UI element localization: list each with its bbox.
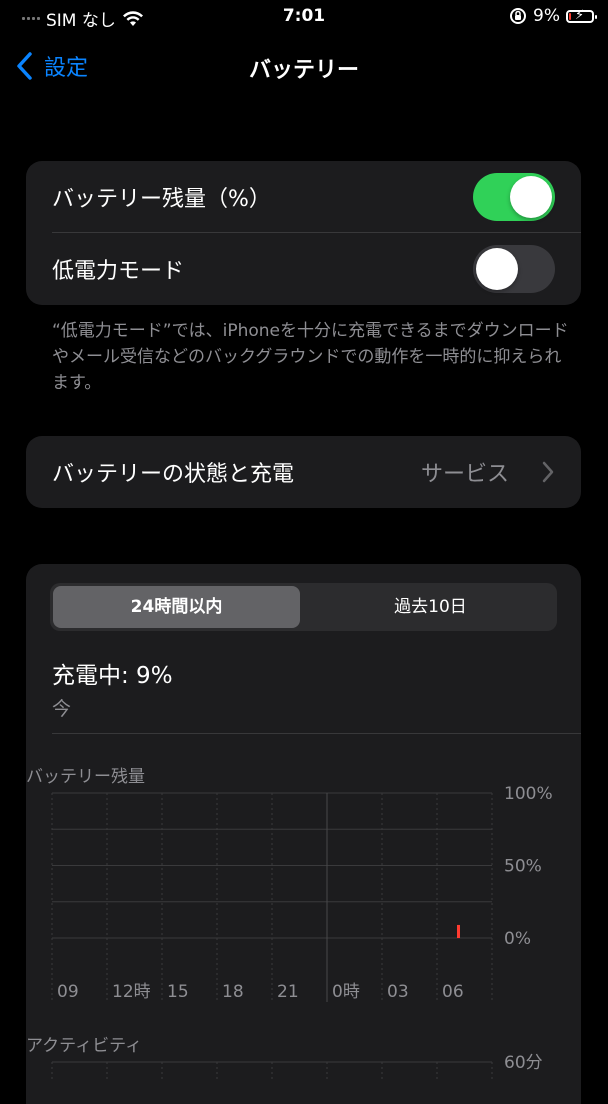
x-tick-label: 18 bbox=[222, 982, 244, 1002]
x-tick-label: 09 bbox=[57, 982, 79, 1002]
battery-level-bar bbox=[457, 924, 460, 938]
x-tick-label: 06 bbox=[442, 982, 464, 1002]
x-tick-label: 21 bbox=[277, 982, 299, 1002]
battery-charts: 100% 50% 0% 09 12時 15 18 21 0時 03 06 60分 bbox=[51, 784, 553, 1080]
x-tick-label: 0時 bbox=[332, 982, 360, 1002]
x-tick-label: 15 bbox=[167, 982, 189, 1002]
y-tick-label: 0% bbox=[504, 929, 531, 949]
x-tick-label: 03 bbox=[387, 982, 409, 1002]
y-tick-label: 100% bbox=[504, 784, 553, 804]
y-tick-label: 50% bbox=[504, 857, 542, 877]
y-tick-label: 60分 bbox=[504, 1053, 543, 1073]
x-tick-label: 12時 bbox=[112, 982, 151, 1002]
